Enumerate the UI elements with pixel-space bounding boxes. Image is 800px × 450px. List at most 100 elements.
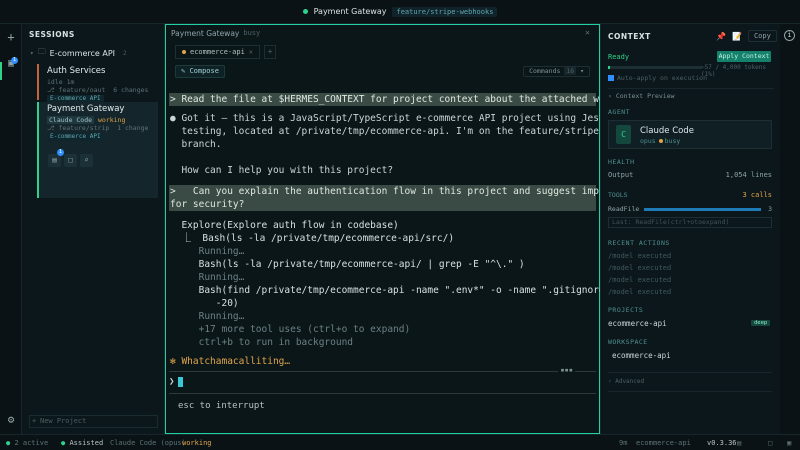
terminal-state: busy: [243, 29, 261, 37]
agent-badge: Claude Code: [47, 116, 95, 124]
panel-icon[interactable]: □: [768, 439, 772, 447]
search-icon[interactable]: ⌕: [80, 154, 93, 167]
readfile-count: 3: [768, 205, 772, 213]
context-preview-toggle[interactable]: › Context Preview: [608, 88, 774, 100]
running-line: Running…: [170, 246, 245, 257]
assist-mode[interactable]: Assisted: [69, 439, 103, 447]
tool-line: -20): [170, 298, 239, 309]
branch-badge: feature/stripe-webhooks: [392, 6, 498, 17]
session-branch: feature/oaut: [58, 86, 106, 94]
agent-model: opus: [640, 137, 656, 145]
plus-icon: +: [32, 417, 37, 425]
workspace-tag: E-commerce API: [47, 133, 104, 141]
prompt-icon: ❯: [169, 377, 175, 387]
new-project-label: New Project: [40, 417, 87, 425]
context-project[interactable]: ecommerce-api: [608, 319, 667, 328]
recent-actions-label: RECENT ACTIONS: [608, 239, 670, 247]
plus-icon[interactable]: +: [4, 30, 18, 44]
context-workspace[interactable]: ecommerce-api: [612, 351, 671, 360]
context-panel: CONTEXT 📌 📝 Copy Ready Apply Context ~57…: [600, 24, 780, 434]
token-bar-fill: [608, 66, 610, 69]
settings-icon[interactable]: ▣: [787, 439, 791, 447]
auto-apply-toggle[interactable]: Auto-apply on execution: [608, 74, 707, 82]
version: v0.3.36: [707, 439, 737, 447]
readfile-bar: [644, 208, 761, 211]
status-bar: ● 2 active ● Assisted Claude Code (opus)…: [0, 434, 800, 450]
terminal-output: > Read the file at $HERMES_CONTEXT for p…: [169, 93, 657, 368]
agent-state: busy: [664, 137, 681, 145]
close-icon[interactable]: ✕: [249, 46, 253, 58]
terminal-badge: 1: [57, 149, 64, 156]
commands-button[interactable]: Commands 16 ▾: [523, 66, 590, 77]
session-status: working: [97, 116, 126, 124]
assistant-line: branch.: [170, 139, 222, 150]
add-tab-button[interactable]: +: [264, 45, 277, 59]
status-state: working: [182, 439, 212, 447]
terminal-header: Payment Gateway busy ✕: [166, 25, 599, 41]
terminal-icon[interactable]: ▤ 1: [48, 149, 64, 167]
status-agent: Claude Code (opus): [110, 439, 186, 447]
active-indicator: [0, 62, 2, 80]
running-line: Running…: [170, 311, 245, 322]
recent-action: /model executed: [608, 252, 672, 260]
commands-count: 16: [564, 67, 577, 75]
token-count: ~57 / 4,000 tokens (1%): [701, 64, 767, 78]
tool-line: Bash(find /private/tmp/ecommerce-api -na…: [170, 285, 651, 296]
checkbox[interactable]: [608, 75, 614, 81]
agent-avatar: C: [616, 125, 631, 144]
status-project: ecommerce-api: [636, 439, 691, 447]
readfile-label: ReadFile: [608, 205, 640, 213]
tab-ecommerce-api[interactable]: ecommerce-api ✕: [175, 45, 261, 59]
project-count: 2: [123, 49, 127, 57]
last-tool: Last: ReadFile(ctrl+otoexpand): [608, 217, 772, 228]
project-name: E-commerce API: [49, 48, 115, 58]
compose-label: Compose: [189, 67, 219, 75]
info-icon[interactable]: i: [784, 30, 795, 41]
context-title: CONTEXT: [608, 32, 651, 41]
user-message: > Read the file at $HERMES_CONTEXT for p…: [169, 93, 657, 106]
input-cursor[interactable]: [178, 377, 183, 387]
assistant-line: testing, located at /private/tmp/ecommer…: [170, 126, 651, 137]
layout-icon[interactable]: ▤: [737, 439, 741, 447]
sessions-panel: SESSIONS ▾ 🗀 E-commerce API 2 Auth Servi…: [22, 24, 165, 434]
session-item-payment-gateway[interactable]: Payment Gateway Claude Code working ⎇ fe…: [37, 102, 158, 198]
activity-rail: + ▣ 1 ⚙: [0, 24, 22, 434]
new-project-button[interactable]: + New Project: [29, 415, 158, 428]
session-changes: 6 changes: [113, 86, 149, 94]
folder-icon: 🗀: [37, 47, 46, 56]
title-bar: Payment Gateway feature/stripe-webhooks: [0, 0, 800, 24]
compose-button[interactable]: ✎ Compose: [175, 65, 225, 78]
session-name: Payment Gateway: [47, 104, 125, 114]
running-line: Running…: [170, 272, 245, 283]
branch-icon: ⎇: [47, 124, 55, 132]
tools-calls: 3 calls: [742, 191, 772, 199]
sessions-badge: 1: [11, 57, 18, 64]
recent-action: /model executed: [608, 288, 672, 296]
copy-button[interactable]: Copy: [747, 30, 777, 42]
session-item-auth-services[interactable]: Auth Services idle 1m ⎇ feature/oaut 6 c…: [37, 64, 158, 103]
input-divider: [169, 371, 596, 372]
session-changes: 1 change: [117, 124, 149, 132]
folder-icon[interactable]: □: [64, 154, 77, 167]
pin-icon[interactable]: 📌: [716, 32, 726, 41]
input-divider: [169, 393, 596, 394]
close-icon[interactable]: ✕: [585, 28, 590, 37]
terminal-title: Payment Gateway: [171, 28, 240, 38]
project-tag: deep: [751, 320, 771, 326]
context-status: Ready: [608, 53, 630, 61]
apply-context-button[interactable]: Apply Context: [717, 51, 771, 62]
projects-label: PROJECTS: [608, 306, 644, 314]
tools-label: TOOLS: [608, 191, 628, 199]
advanced-toggle[interactable]: › Advanced: [608, 378, 644, 385]
hint-line: ctrl+b to run in background: [170, 337, 354, 348]
project-row[interactable]: ▾ 🗀 E-commerce API 2: [30, 46, 127, 60]
busy-dot: [658, 139, 663, 143]
user-message: > Can you explain the authentication flo…: [169, 185, 650, 211]
tool-line: Bash(ls -la /private/tmp/ecommerce-api/ …: [170, 259, 525, 270]
tool-line: Explore(Explore auth flow in codebase): [170, 220, 399, 231]
notes-icon[interactable]: 📝: [732, 32, 742, 41]
agent-label: AGENT: [608, 108, 631, 116]
agent-name: Claude Code: [640, 126, 694, 136]
session-name: Auth Services: [47, 66, 106, 76]
gear-icon[interactable]: ⚙: [4, 413, 18, 427]
